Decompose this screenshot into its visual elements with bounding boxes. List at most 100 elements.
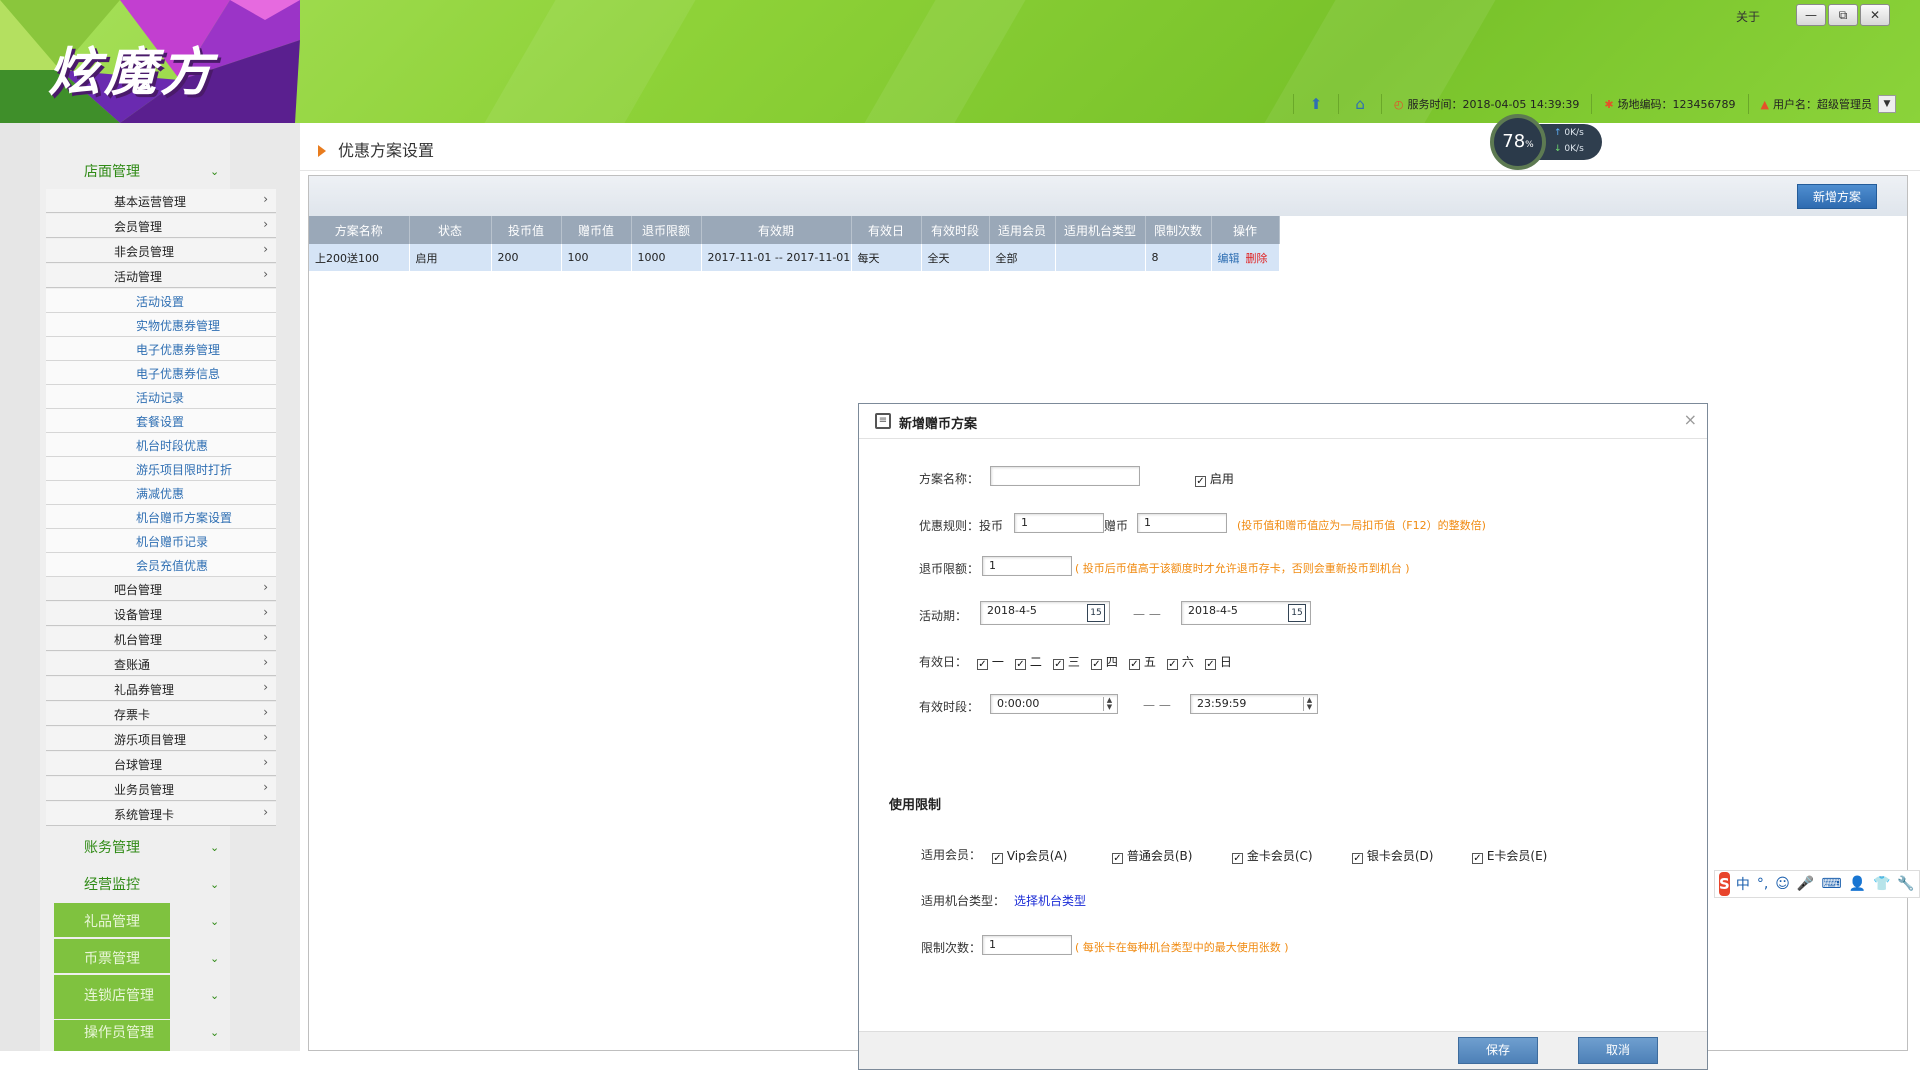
sidebar-subitem[interactable]: 活动记录 xyxy=(46,385,276,409)
sidebar-subitem[interactable]: 电子优惠券信息 xyxy=(46,361,276,385)
cell-time-range: 全天 xyxy=(921,244,990,271)
member-checkbox-gold[interactable]: ✓ 金卡会员(C) xyxy=(1232,847,1313,864)
sidebar-subitem[interactable]: 会员充值优惠 xyxy=(46,553,276,577)
sidebar-item[interactable]: 机台管理 › xyxy=(46,627,276,651)
bonus-label: 赠币 xyxy=(1104,519,1129,533)
plan-name-input[interactable] xyxy=(990,466,1140,486)
sidebar-subitem[interactable]: 机台赠币记录 xyxy=(46,529,276,553)
punctuation-icon[interactable]: °, xyxy=(1757,876,1768,892)
about-link[interactable]: 关于 xyxy=(1736,8,1760,25)
user-icon[interactable]: 👤 xyxy=(1849,876,1866,892)
sidebar-item[interactable]: 礼品券管理 › xyxy=(46,677,276,701)
sidebar-subitem[interactable]: 套餐设置 xyxy=(46,409,276,433)
period-start-input[interactable]: 2018-4-5 15 xyxy=(980,601,1110,625)
keyboard-icon[interactable]: ⌨ xyxy=(1821,876,1841,892)
sidebar-subitem[interactable]: 电子优惠券管理 xyxy=(46,337,276,361)
column-header[interactable]: 状态 xyxy=(409,216,492,244)
sidebar-group-operators[interactable]: 操作员管理 xyxy=(84,1022,154,1042)
column-header[interactable]: 有效期 xyxy=(701,216,852,244)
choose-machine-types-link[interactable]: 选择机台类型 xyxy=(1014,892,1086,909)
sidebar-item[interactable]: 系统管理卡 › xyxy=(46,802,276,826)
sidebar-subitem[interactable]: 机台时段优惠 xyxy=(46,433,276,457)
sidebar-subitem[interactable]: 活动设置 xyxy=(46,289,276,313)
day-checkbox-tue[interactable]: ✓ 二 xyxy=(1015,653,1042,670)
sidebar-group-chain[interactable]: 连锁店管理 xyxy=(84,985,154,1005)
day-checkbox-fri[interactable]: ✓ 五 xyxy=(1129,653,1156,670)
member-checkbox-e[interactable]: ✓ E卡会员(E) xyxy=(1472,847,1547,864)
period-end-input[interactable]: 2018-4-5 15 xyxy=(1181,601,1311,625)
sidebar-subitem[interactable]: 机台赠币方案设置 xyxy=(46,505,276,529)
emoji-icon[interactable]: ☺ xyxy=(1775,876,1790,892)
calendar-icon[interactable]: 15 xyxy=(1288,604,1306,622)
sidebar-item[interactable]: 吧台管理 › xyxy=(46,577,276,601)
sidebar-item[interactable]: 存票卡 › xyxy=(46,702,276,726)
column-header[interactable]: 方案名称 xyxy=(309,216,410,244)
sidebar-item-activity[interactable]: 活动管理 › xyxy=(46,264,276,288)
ime-toolbar[interactable]: S 中 °, ☺ 🎤 ⌨ 👤 👕 🔧 xyxy=(1714,870,1920,898)
edit-link[interactable]: 编辑 xyxy=(1218,252,1240,265)
sidebar-item[interactable]: 设备管理 › xyxy=(46,602,276,626)
limit-input[interactable]: 1 xyxy=(982,935,1072,955)
column-header[interactable]: 有效日 xyxy=(851,216,922,244)
close-window-button[interactable]: ✕ xyxy=(1860,4,1890,26)
member-checkbox-silver[interactable]: ✓ 银卡会员(D) xyxy=(1352,847,1433,864)
sogou-logo-icon[interactable]: S xyxy=(1719,872,1730,896)
day-checkbox-mon[interactable]: ✓ 一 xyxy=(977,653,1004,670)
enable-checkbox[interactable]: ✓ 启用 xyxy=(1195,470,1234,487)
delete-link[interactable]: 删除 xyxy=(1246,252,1268,265)
ime-mode-chinese[interactable]: 中 xyxy=(1736,874,1750,894)
sidebar-subitem[interactable]: 实物优惠券管理 xyxy=(46,313,276,337)
sidebar-group-monitor[interactable]: 经营监控 xyxy=(84,874,140,894)
sidebar-item[interactable]: 游乐项目管理 › xyxy=(46,727,276,751)
spinner-icon[interactable]: ▲ ▼ xyxy=(1103,697,1115,711)
column-header[interactable]: 赠币值 xyxy=(561,216,632,244)
home-icon[interactable]: ⌂ xyxy=(1355,95,1365,113)
coin-input[interactable]: 1 xyxy=(1014,513,1104,533)
day-checkbox-wed[interactable]: ✓ 三 xyxy=(1053,653,1080,670)
minimize-button[interactable]: — xyxy=(1796,4,1826,26)
column-header[interactable]: 适用会员 xyxy=(989,216,1056,244)
pin-icon[interactable]: ⬆ xyxy=(1310,95,1323,113)
sidebar-item[interactable]: 基本运营管理 › xyxy=(46,189,276,213)
member-checkbox-vip[interactable]: ✓ Vip会员(A) xyxy=(992,847,1067,864)
sidebar-item[interactable]: 非会员管理 › xyxy=(46,239,276,263)
day-checkbox-sun[interactable]: ✓ 日 xyxy=(1205,653,1232,670)
skin-icon[interactable]: 👕 xyxy=(1873,876,1890,892)
settings-icon[interactable]: 🔧 xyxy=(1897,876,1914,892)
sidebar-group-accounts[interactable]: 账务管理 xyxy=(84,837,140,857)
column-header[interactable]: 操作 xyxy=(1211,216,1280,244)
column-header[interactable]: 退币限额 xyxy=(631,216,702,244)
refund-input[interactable]: 1 xyxy=(982,556,1072,576)
calendar-icon[interactable]: 15 xyxy=(1087,604,1105,622)
table-row[interactable]: 上200送100 启用 200 100 1000 2017-11-01 -- 2… xyxy=(309,244,1280,271)
day-checkbox-thu[interactable]: ✓ 四 xyxy=(1091,653,1118,670)
microphone-icon[interactable]: 🎤 xyxy=(1797,876,1814,892)
spinner-icon[interactable]: ▲ ▼ xyxy=(1303,697,1315,711)
network-speed-widget[interactable]: ↑ 0K/s ↓ 0K/s 78% xyxy=(1490,114,1608,170)
sidebar-group-tokens[interactable]: 币票管理 xyxy=(84,948,140,968)
user-label: 用户名： xyxy=(1773,98,1817,111)
sidebar-group-gifts[interactable]: 礼品管理 xyxy=(84,911,140,931)
clock-icon: ◴ xyxy=(1393,97,1404,111)
column-header[interactable]: 限制次数 xyxy=(1145,216,1212,244)
time-separator: — — xyxy=(1143,698,1171,712)
restore-button[interactable]: ⧉ xyxy=(1828,4,1858,26)
sidebar-item[interactable]: 会员管理 › xyxy=(46,214,276,238)
user-dropdown-button[interactable]: ▼ xyxy=(1878,95,1896,113)
column-header[interactable]: 适用机台类型 xyxy=(1055,216,1146,244)
sidebar-item[interactable]: 查账通 › xyxy=(46,652,276,676)
member-checkbox-regular[interactable]: ✓ 普通会员(B) xyxy=(1112,847,1192,864)
sidebar-subitem[interactable]: 游乐项目限时打折 xyxy=(46,457,276,481)
column-header[interactable]: 投币值 xyxy=(491,216,562,244)
dialog-close-button[interactable]: × xyxy=(1684,410,1697,429)
sidebar-subitem[interactable]: 满减优惠 xyxy=(46,481,276,505)
column-header[interactable]: 有效时段 xyxy=(921,216,990,244)
day-checkbox-sat[interactable]: ✓ 六 xyxy=(1167,653,1194,670)
time-start-input[interactable]: 0:00:00 ▲ ▼ xyxy=(990,694,1118,714)
time-end-input[interactable]: 23:59:59 ▲ ▼ xyxy=(1190,694,1318,714)
sidebar-group-store[interactable]: 店面管理 xyxy=(84,161,140,181)
sidebar-item[interactable]: 台球管理 › xyxy=(46,752,276,776)
bonus-input[interactable]: 1 xyxy=(1137,513,1227,533)
sidebar-item[interactable]: 业务员管理 › xyxy=(46,777,276,801)
add-plan-button[interactable]: 新增方案 xyxy=(1797,184,1877,209)
